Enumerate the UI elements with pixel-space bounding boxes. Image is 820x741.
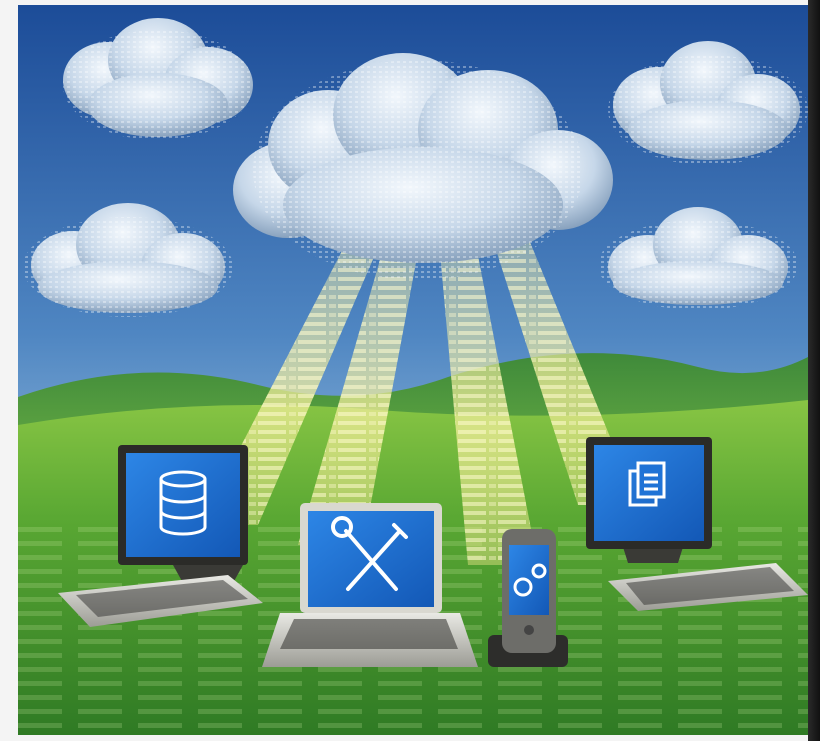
monitor-screen [126, 453, 240, 557]
laptop-keyboard [280, 619, 458, 649]
illustration-canvas [18, 5, 808, 735]
phone-button [524, 625, 534, 635]
monitor-stand-right [623, 547, 683, 563]
photo-stage [0, 0, 820, 741]
cloud-computing-illustration [18, 5, 808, 735]
dark-right-edge [808, 0, 820, 741]
